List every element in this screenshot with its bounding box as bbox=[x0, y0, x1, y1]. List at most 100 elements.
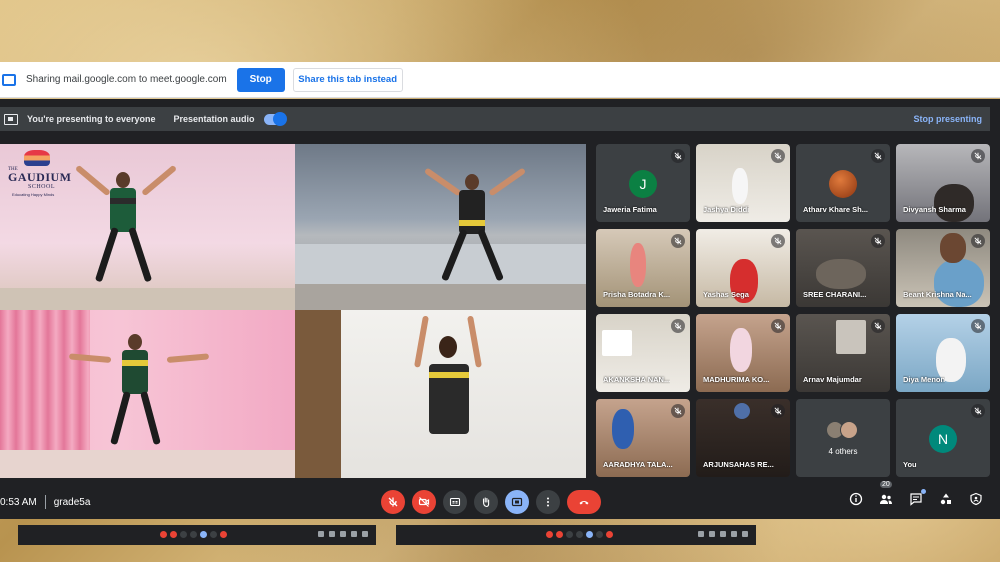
mic-off-icon bbox=[671, 149, 685, 163]
mic-off-icon bbox=[771, 404, 785, 418]
activities-button[interactable] bbox=[938, 491, 954, 507]
meeting-code: grade5a bbox=[53, 496, 91, 508]
stage-video-tile: THE GAUDIUM SCHOOL Educating Happy Minds bbox=[0, 144, 295, 310]
participant-name: MADHURIMA KO... bbox=[703, 375, 770, 384]
presenting-status: You're presenting to everyone bbox=[27, 114, 156, 124]
self-tile[interactable]: N You bbox=[896, 399, 990, 477]
mic-off-icon bbox=[771, 319, 785, 333]
stage-video-tile bbox=[0, 310, 295, 478]
mic-off-icon bbox=[971, 404, 985, 418]
camera-toggle-button[interactable] bbox=[412, 490, 436, 514]
people-count-badge: 20 bbox=[880, 481, 892, 488]
hang-up-icon bbox=[579, 501, 589, 505]
mic-off-icon bbox=[971, 319, 985, 333]
others-label: 4 others bbox=[828, 447, 858, 456]
present-now-button[interactable] bbox=[505, 490, 529, 514]
mic-toggle-button[interactable] bbox=[381, 490, 405, 514]
mic-off-icon bbox=[388, 497, 398, 507]
more-vertical-icon bbox=[547, 497, 549, 507]
chat-icon bbox=[910, 493, 922, 506]
screen-share-icon bbox=[2, 73, 16, 86]
participant-name: Beant Krishna Na... bbox=[903, 290, 972, 299]
screen-share-bar: Sharing mail.google.com to meet.google.c… bbox=[0, 62, 1000, 98]
participant-tile[interactable]: Yashas Sega bbox=[696, 229, 790, 307]
presenting-bar: You're presenting to everyone Presentati… bbox=[0, 107, 990, 131]
participant-tile[interactable]: AKANKSHA NAN... bbox=[596, 314, 690, 392]
share-this-tab-button[interactable]: Share this tab instead bbox=[292, 67, 403, 92]
divider bbox=[44, 495, 46, 509]
present-icon bbox=[511, 497, 523, 507]
clock: 0:53 AM bbox=[0, 496, 37, 508]
mic-off-icon bbox=[771, 234, 785, 248]
participant-tile[interactable]: Diya Menon bbox=[896, 314, 990, 392]
shapes-icon bbox=[940, 493, 951, 505]
mic-off-icon bbox=[871, 234, 885, 248]
captions-icon bbox=[449, 497, 461, 507]
host-controls-button[interactable] bbox=[968, 491, 984, 507]
stage-video-tile bbox=[295, 144, 586, 310]
mic-off-icon bbox=[771, 149, 785, 163]
captions-button[interactable] bbox=[443, 490, 467, 514]
participant-tile[interactable]: AARADHYA TALA... bbox=[596, 399, 690, 477]
unread-dot bbox=[921, 489, 926, 494]
participant-name: You bbox=[903, 460, 917, 469]
raise-hand-button[interactable] bbox=[474, 490, 498, 514]
participant-tile[interactable]: SREE CHARANI... bbox=[796, 229, 890, 307]
participant-tile[interactable]: Atharv Khare Sh... bbox=[796, 144, 890, 222]
participant-name: Diya Menon bbox=[903, 375, 946, 384]
meet-window: You're presenting to everyone Presentati… bbox=[0, 99, 1000, 519]
more-options-button[interactable] bbox=[536, 490, 560, 514]
participant-name: Divyansh Sharma bbox=[903, 205, 966, 214]
chat-button[interactable] bbox=[908, 489, 926, 507]
logo-flag-icon bbox=[24, 150, 50, 166]
present-screen-icon bbox=[4, 113, 18, 125]
info-icon bbox=[849, 492, 863, 506]
stage-video-tile bbox=[295, 310, 586, 478]
mini-meet-bar-left bbox=[18, 525, 376, 545]
meeting-details-button[interactable] bbox=[848, 491, 864, 507]
presentation-audio-label: Presentation audio bbox=[173, 114, 255, 124]
presentation-stage: THE GAUDIUM SCHOOL Educating Happy Minds bbox=[0, 144, 586, 478]
others-tile[interactable]: 4 others bbox=[796, 399, 890, 477]
stop-presenting-button[interactable]: Stop presenting bbox=[913, 114, 982, 124]
participant-tile[interactable]: ARJUNSAHAS RE... bbox=[696, 399, 790, 477]
shield-icon bbox=[970, 492, 982, 506]
participant-name: Arnav Majumdar bbox=[803, 375, 862, 384]
presentation-audio-toggle[interactable] bbox=[263, 111, 287, 126]
participant-tile[interactable]: Divyansh Sharma bbox=[896, 144, 990, 222]
participant-name: ARJUNSAHAS RE... bbox=[703, 460, 774, 469]
participant-name: Jashya Diddi bbox=[703, 205, 750, 214]
call-controls bbox=[381, 490, 601, 514]
participant-grid: J Jaweria Fatima Jashya Diddi Atharv Kha… bbox=[596, 144, 990, 478]
people-button[interactable]: 20 bbox=[878, 481, 894, 507]
participant-tile[interactable]: Prisha Botadra K... bbox=[596, 229, 690, 307]
participant-tile[interactable]: Beant Krishna Na... bbox=[896, 229, 990, 307]
participant-name: SREE CHARANI... bbox=[803, 290, 867, 299]
stop-sharing-button[interactable]: Stop bbox=[236, 67, 285, 92]
mic-off-icon bbox=[671, 404, 685, 418]
mic-off-icon bbox=[871, 149, 885, 163]
participant-name: Jaweria Fatima bbox=[603, 205, 657, 214]
participant-tile[interactable]: Jashya Diddi bbox=[696, 144, 790, 222]
hand-icon bbox=[482, 497, 490, 508]
mini-meet-bar-right bbox=[396, 525, 756, 545]
avatar: J bbox=[629, 170, 657, 198]
others-avatar-stack bbox=[826, 421, 858, 439]
meeting-side-controls: 20 bbox=[848, 481, 984, 507]
meeting-controls: 0:53 AM grade5a 20 bbox=[0, 481, 1000, 519]
mic-off-icon bbox=[971, 234, 985, 248]
participant-tile[interactable]: Arnav Majumdar bbox=[796, 314, 890, 392]
mic-off-icon bbox=[871, 319, 885, 333]
participant-tile[interactable]: J Jaweria Fatima bbox=[596, 144, 690, 222]
mic-off-icon bbox=[971, 149, 985, 163]
school-logo: THE GAUDIUM SCHOOL Educating Happy Minds bbox=[8, 150, 78, 200]
participant-tile[interactable]: MADHURIMA KO... bbox=[696, 314, 790, 392]
participant-name: Yashas Sega bbox=[703, 290, 749, 299]
people-icon bbox=[880, 494, 892, 504]
avatar bbox=[829, 170, 857, 198]
participant-name: Atharv Khare Sh... bbox=[803, 205, 869, 214]
leave-call-button[interactable] bbox=[567, 490, 601, 514]
participant-name: AKANKSHA NAN... bbox=[603, 375, 671, 384]
sharing-status-text: Sharing mail.google.com to meet.google.c… bbox=[26, 74, 227, 85]
mic-off-icon bbox=[671, 319, 685, 333]
